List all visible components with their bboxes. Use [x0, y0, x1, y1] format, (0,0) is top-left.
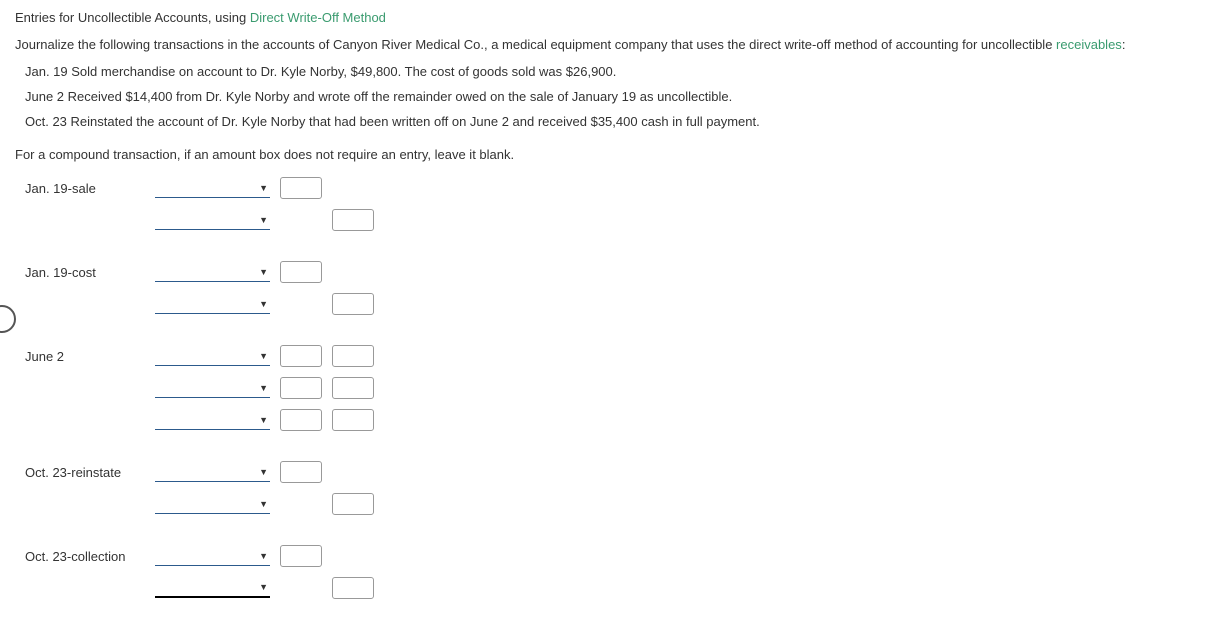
transaction-item: Oct. 23 Reinstated the account of Dr. Ky… [25, 114, 1191, 129]
chevron-down-icon: ▼ [259, 499, 268, 509]
credit-input[interactable] [332, 293, 374, 315]
row-label: June 2 [25, 349, 155, 364]
page-title: Entries for Uncollectible Accounts, usin… [15, 10, 1191, 25]
account-dropdown[interactable]: ▼ [155, 294, 270, 314]
credit-input[interactable] [332, 345, 374, 367]
journal-row: ▼ [25, 292, 1191, 316]
row-label: Oct. 23-collection [25, 549, 155, 564]
transaction-item: Jan. 19 Sold merchandise on account to D… [25, 64, 1191, 79]
journal-group-oct23-reinstate: Oct. 23-reinstate ▼ ▼ [25, 460, 1191, 516]
account-dropdown[interactable]: ▼ [155, 178, 270, 198]
journal-group-jan19-sale: Jan. 19-sale ▼ ▼ [25, 176, 1191, 232]
chevron-down-icon: ▼ [259, 551, 268, 561]
journal-row: ▼ [25, 208, 1191, 232]
journal-row: ▼ [25, 376, 1191, 400]
chevron-down-icon: ▼ [259, 267, 268, 277]
title-prefix: Entries for Uncollectible Accounts, usin… [15, 10, 250, 25]
journal-group-june2: June 2 ▼ ▼ ▼ [25, 344, 1191, 432]
row-label: Jan. 19-sale [25, 181, 155, 196]
journal-row: ▼ [25, 408, 1191, 432]
chevron-down-icon: ▼ [259, 299, 268, 309]
credit-input[interactable] [332, 209, 374, 231]
credit-input[interactable] [332, 493, 374, 515]
chevron-down-icon: ▼ [259, 415, 268, 425]
journal-row: ▼ [25, 576, 1191, 600]
journal-row: ▼ [25, 492, 1191, 516]
account-dropdown[interactable]: ▼ [155, 410, 270, 430]
account-dropdown[interactable]: ▼ [155, 578, 270, 598]
chevron-down-icon: ▼ [259, 383, 268, 393]
decorative-circle [0, 305, 16, 333]
transaction-list: Jan. 19 Sold merchandise on account to D… [25, 64, 1191, 129]
debit-input[interactable] [280, 545, 322, 567]
debit-input[interactable] [280, 345, 322, 367]
instruction-suffix: : [1122, 37, 1126, 52]
journal-row: Oct. 23-collection ▼ [25, 544, 1191, 568]
debit-input[interactable] [280, 409, 322, 431]
row-label: Oct. 23-reinstate [25, 465, 155, 480]
journal-group-oct23-collection: Oct. 23-collection ▼ ▼ [25, 544, 1191, 600]
instruction-text: Journalize the following transactions in… [15, 37, 1191, 52]
account-dropdown[interactable]: ▼ [155, 494, 270, 514]
transaction-item: June 2 Received $14,400 from Dr. Kyle No… [25, 89, 1191, 104]
journal-row: Jan. 19-sale ▼ [25, 176, 1191, 200]
debit-input[interactable] [280, 261, 322, 283]
method-link[interactable]: Direct Write-Off Method [250, 10, 386, 25]
journal-area: Jan. 19-sale ▼ ▼ Jan. 19-cost ▼ ▼ June 2 [25, 176, 1191, 600]
credit-input[interactable] [332, 377, 374, 399]
journal-row: Jan. 19-cost ▼ [25, 260, 1191, 284]
journal-row: June 2 ▼ [25, 344, 1191, 368]
journal-group-jan19-cost: Jan. 19-cost ▼ ▼ [25, 260, 1191, 316]
account-dropdown[interactable]: ▼ [155, 378, 270, 398]
receivables-link[interactable]: receivables [1056, 37, 1122, 52]
chevron-down-icon: ▼ [259, 215, 268, 225]
account-dropdown[interactable]: ▼ [155, 210, 270, 230]
debit-input[interactable] [280, 377, 322, 399]
account-dropdown[interactable]: ▼ [155, 462, 270, 482]
chevron-down-icon: ▼ [259, 582, 268, 592]
compound-note: For a compound transaction, if an amount… [15, 147, 1191, 162]
chevron-down-icon: ▼ [259, 183, 268, 193]
account-dropdown[interactable]: ▼ [155, 262, 270, 282]
credit-input[interactable] [332, 577, 374, 599]
row-label: Jan. 19-cost [25, 265, 155, 280]
chevron-down-icon: ▼ [259, 467, 268, 477]
journal-row: Oct. 23-reinstate ▼ [25, 460, 1191, 484]
credit-input[interactable] [332, 409, 374, 431]
chevron-down-icon: ▼ [259, 351, 268, 361]
account-dropdown[interactable]: ▼ [155, 346, 270, 366]
debit-input[interactable] [280, 177, 322, 199]
debit-input[interactable] [280, 461, 322, 483]
instruction-prefix: Journalize the following transactions in… [15, 37, 1056, 52]
account-dropdown[interactable]: ▼ [155, 546, 270, 566]
